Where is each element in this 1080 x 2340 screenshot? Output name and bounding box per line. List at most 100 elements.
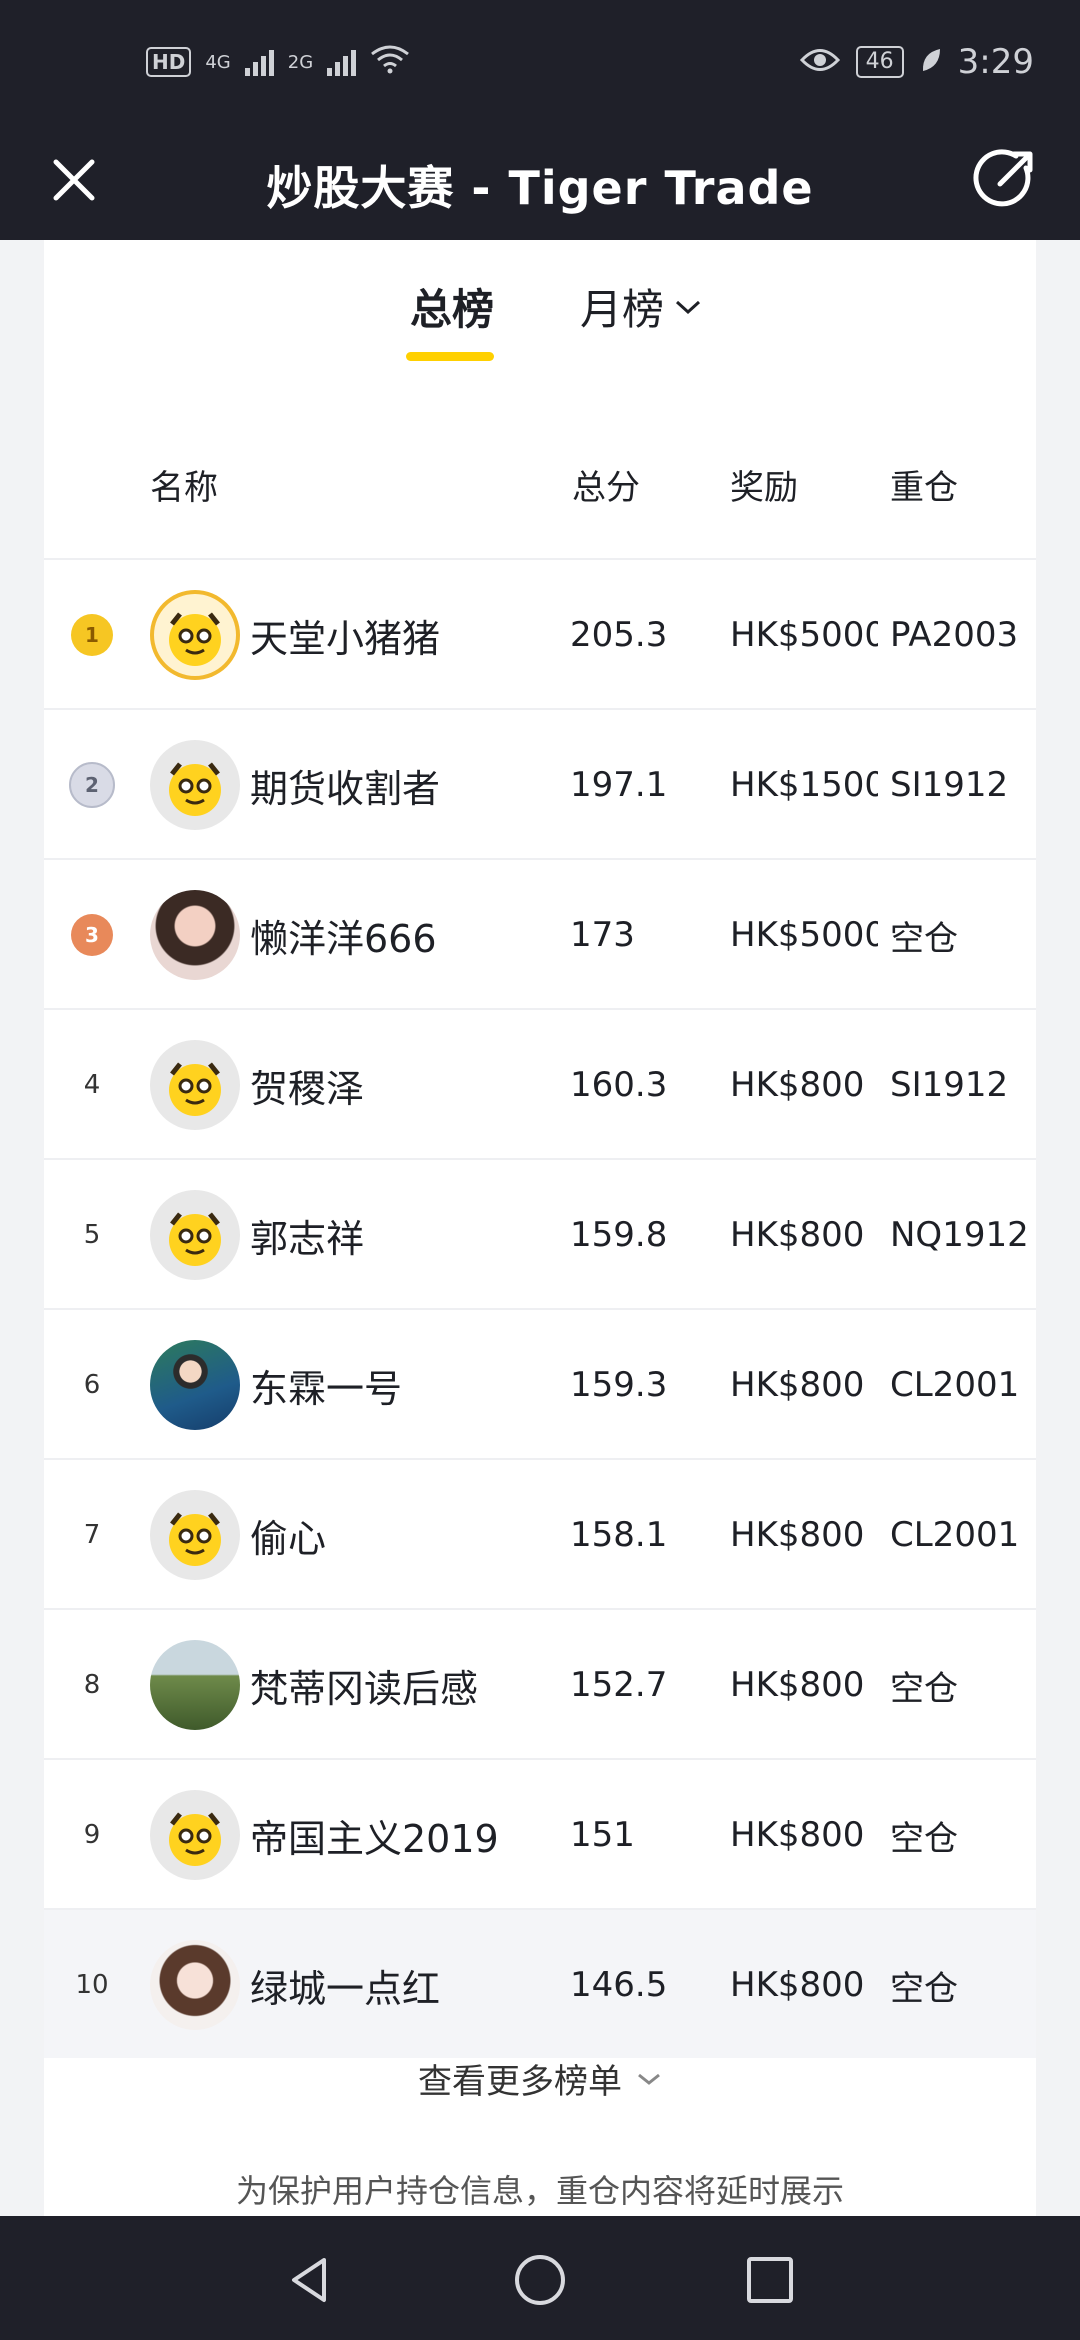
avatar [150, 1340, 240, 1430]
home-button[interactable] [510, 2250, 570, 2310]
table-row[interactable]: 7 偷心 158.1 HK$800 CL2001 [44, 1458, 1036, 1608]
prize: HK$800 [730, 1965, 865, 2005]
share-button[interactable] [970, 144, 1040, 214]
username: 东霖一号 [250, 1366, 403, 1411]
gold-medal-icon: 1 [71, 614, 113, 656]
avatar [150, 740, 240, 830]
rank-number: 5 [83, 1220, 101, 1250]
prize: HK$1500 [730, 765, 878, 805]
signal-icon [244, 48, 274, 76]
username: 懒洋洋666 [250, 916, 437, 961]
avatar [150, 1790, 240, 1880]
battery-indicator: 46 [855, 46, 904, 78]
prize: HK$800 [730, 1365, 865, 1405]
score: 205.3 [570, 615, 668, 655]
recents-square-icon [747, 2257, 793, 2303]
avatar [150, 1490, 240, 1580]
prize: HK$800 [730, 1215, 865, 1255]
score: 151 [570, 1815, 635, 1855]
avatar [150, 1040, 240, 1130]
username: 期货收割者 [250, 766, 441, 811]
prize: HK$800 [730, 1665, 865, 1705]
username: 偷心 [250, 1516, 327, 1561]
rank-cell: 2 [52, 710, 132, 860]
page-title: 炒股大赛 - Tiger Trade [266, 161, 814, 215]
silver-medal-icon: 2 [69, 762, 115, 808]
username: 郭志祥 [250, 1216, 365, 1261]
rank-number: 8 [83, 1670, 101, 1700]
score: 158.1 [570, 1515, 668, 1555]
home-circle-icon [515, 2255, 565, 2305]
position: CL2001 [890, 1365, 1020, 1405]
position: NQ1912 [890, 1215, 1029, 1255]
position: SI1912 [890, 765, 1009, 805]
recents-button[interactable] [740, 2250, 800, 2310]
score: 159.8 [570, 1215, 668, 1255]
tab-total[interactable]: 总榜 [410, 276, 494, 337]
rank-cell: 3 [52, 860, 132, 1010]
score: 197.1 [570, 765, 668, 805]
username: 绿城一点红 [250, 1966, 441, 2011]
back-button[interactable] [280, 2250, 340, 2310]
system-nav-bar [0, 2216, 1080, 2340]
position: 空仓 [890, 1968, 958, 2009]
prize: HK$5000 [730, 915, 878, 955]
username: 天堂小猪猪 [250, 616, 441, 661]
leaderboard-card: 总榜 月榜 名称 总分 奖励 重仓 1 天堂小猪猪 205.3 HK$5000 … [44, 240, 1036, 2216]
eye-icon [799, 42, 840, 82]
column-header-position: 重仓 [890, 468, 958, 508]
view-more-button[interactable]: 查看更多榜单 [44, 2054, 1036, 2103]
position: 空仓 [890, 1668, 958, 1709]
tiger-icon [169, 762, 221, 816]
signal-icon-2 [327, 48, 357, 76]
leaf-icon [920, 42, 942, 82]
score: 160.3 [570, 1065, 668, 1105]
chevron-down-icon [676, 300, 701, 314]
active-tab-indicator [406, 352, 494, 361]
top-bar: HD 4G 2G 46 3:29 炒股大赛 - Tiger Trade [0, 0, 1080, 240]
table-row[interactable]: 4 贺稷泽 160.3 HK$800 SI1912 [44, 1008, 1036, 1158]
rank-number: 7 [83, 1520, 101, 1550]
app-header: 炒股大赛 - Tiger Trade [0, 130, 1080, 240]
rank-number: 4 [83, 1070, 101, 1100]
rank-cell: 1 [52, 560, 132, 710]
rank-number: 10 [75, 1970, 109, 2000]
position: SI1912 [890, 1065, 1009, 1105]
table-row[interactable]: 2 期货收割者 197.1 HK$1500 SI1912 [44, 708, 1036, 858]
clock-time: 3:29 [957, 42, 1034, 82]
score: 159.3 [570, 1365, 668, 1405]
avatar [150, 1640, 240, 1730]
table-row[interactable]: 3 懒洋洋666 173 HK$5000 空仓 [44, 858, 1036, 1008]
table-row[interactable]: 9 帝国主义2019 151 HK$800 空仓 [44, 1758, 1036, 1908]
table-row[interactable]: 5 郭志祥 159.8 HK$800 NQ1912 [44, 1158, 1036, 1308]
tab-month[interactable]: 月榜 [580, 276, 702, 337]
position: 空仓 [890, 918, 958, 959]
view-more-label: 查看更多榜单 [418, 2062, 622, 2102]
table-row[interactable]: 6 东霖一号 159.3 HK$800 CL2001 [44, 1308, 1036, 1458]
tiger-icon [169, 612, 221, 666]
tab-month-label: 月榜 [580, 285, 665, 334]
tiger-icon [169, 1512, 221, 1566]
username: 梵蒂冈读后感 [250, 1666, 479, 1711]
hd-badge: HD [146, 47, 192, 77]
leaderboard-list: 1 天堂小猪猪 205.3 HK$5000 PA2003 2 期货收割者 197… [44, 558, 1036, 2058]
username: 贺稷泽 [250, 1066, 365, 1111]
chevron-down-icon [638, 2073, 660, 2085]
avatar [150, 890, 240, 980]
signal-2g-label: 2G [287, 51, 314, 73]
tiger-icon [169, 1812, 221, 1866]
table-row[interactable]: 1 天堂小猪猪 205.3 HK$5000 PA2003 [44, 558, 1036, 708]
avatar [150, 590, 240, 680]
tiger-icon [169, 1062, 221, 1116]
share-icon [973, 149, 1033, 207]
table-row[interactable]: 8 梵蒂冈读后感 152.7 HK$800 空仓 [44, 1608, 1036, 1758]
prize: HK$800 [730, 1515, 865, 1555]
signal-4g-label: 4G [205, 51, 231, 73]
table-row[interactable]: 10 绿城一点红 146.5 HK$800 空仓 [44, 1908, 1036, 2058]
wifi-icon [370, 44, 410, 80]
tab-bar: 总榜 月榜 [44, 240, 1036, 390]
score: 152.7 [570, 1665, 668, 1705]
score: 146.5 [570, 1965, 668, 2005]
tiger-icon [169, 1212, 221, 1266]
prize: HK$5000 [730, 615, 878, 655]
